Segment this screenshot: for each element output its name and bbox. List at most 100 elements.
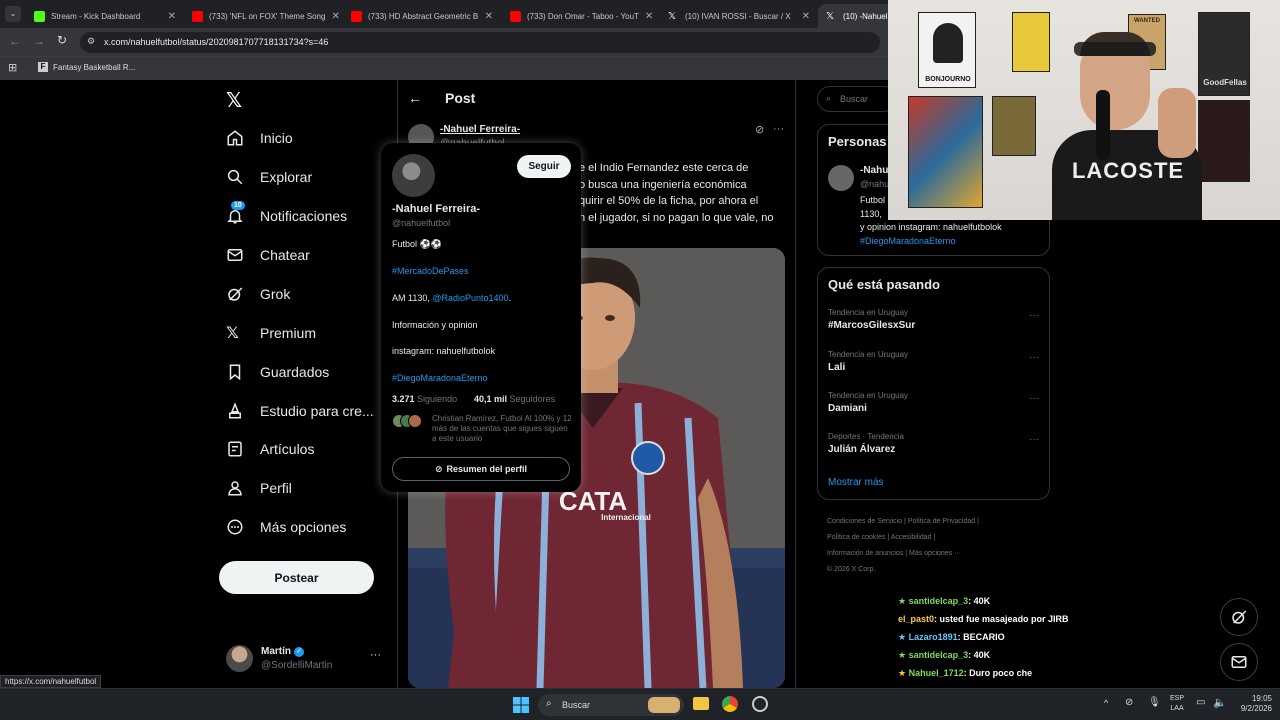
following-stat[interactable]: 3.271 Siguiendo <box>392 394 457 404</box>
more-dots-icon[interactable]: ··· <box>1029 352 1039 363</box>
search-input[interactable]: ⌕ Buscar <box>817 86 897 112</box>
volume-icon[interactable]: 🔈 <box>1213 696 1227 709</box>
hover-card-name[interactable]: -Nahuel Ferreira- <box>392 203 480 215</box>
bio-hashtag-link[interactable]: #MercadoDePases <box>392 266 469 276</box>
trend-item[interactable]: Tendencia en Uruguay Lali ··· <box>828 350 1041 373</box>
search-icon <box>227 169 243 185</box>
show-more-link[interactable]: Mostrar más <box>828 477 884 488</box>
footer-link[interactable]: Política de Privacidad <box>908 518 975 525</box>
windows-start-icon[interactable] <box>513 697 529 713</box>
browser-tab[interactable]: Stream - Kick Dashboard ✕ <box>26 4 184 28</box>
nav-item-notificaciones[interactable]: 10 Notificaciones <box>226 201 347 228</box>
browser-tab-active[interactable]: 𝕏 (10) -Nahuel <box>818 4 898 28</box>
studio-icon <box>229 402 241 419</box>
file-explorer-icon[interactable] <box>693 697 709 710</box>
footer-link[interactable]: Política de cookies <box>827 534 885 541</box>
nav-item-explorar[interactable]: Explorar <box>226 165 312 189</box>
reload-icon[interactable]: ↻ <box>57 33 67 47</box>
followers-stat[interactable]: 40,1 mil Seguidores <box>474 394 555 404</box>
more-dots-icon[interactable]: ··· <box>1029 434 1039 445</box>
trend-item[interactable]: Tendencia en Uruguay #MarcosGilesxSur ··… <box>828 308 1041 331</box>
chat-message: ★ Lazaro1891: BECARIO <box>898 632 1005 642</box>
verified-icon: ✓ <box>294 646 304 657</box>
back-arrow-icon[interactable]: ← <box>408 90 422 106</box>
avatar[interactable] <box>828 165 854 191</box>
nav-item-grok[interactable]: Grok <box>226 282 290 306</box>
nav-item-perfil[interactable]: Perfil <box>226 476 292 500</box>
messages-floating-button[interactable] <box>1220 643 1258 681</box>
home-icon <box>227 130 243 146</box>
hover-card-avatar[interactable] <box>392 154 435 197</box>
nav-item-guardados[interactable]: Guardados <box>226 360 329 384</box>
hover-card-handle[interactable]: @nahuelfutbol <box>392 218 450 228</box>
more-dots-icon[interactable]: ··· <box>773 123 784 135</box>
tray-app-icon[interactable]: ⊘ <box>1125 697 1133 708</box>
grok-floating-button[interactable] <box>1220 598 1258 636</box>
nav-item-premium[interactable]: 𝕏 Premium <box>226 321 316 345</box>
close-tab-icon[interactable]: ✕ <box>645 11 653 22</box>
search-icon: ⌕ <box>826 93 832 103</box>
trend-item[interactable]: Tendencia en Uruguay Damiani ··· <box>828 391 1041 414</box>
microphone-icon[interactable]: 🎙 <box>1148 697 1161 708</box>
bookmark-item[interactable]: Fantasy Basketball R... <box>53 63 135 72</box>
nav-item-chatear[interactable]: Chatear <box>226 243 310 267</box>
webcam-overlay: BONJOURNO WANTED GoodFellas LACOSTE <box>888 0 1280 220</box>
account-switcher[interactable]: Martín ✓ @SordelliMartin ··· <box>226 642 384 676</box>
language-indicator[interactable]: ESP LAA <box>1170 694 1184 714</box>
close-tab-icon[interactable]: ✕ <box>331 11 339 22</box>
footer-link[interactable]: Más opciones ··· <box>909 550 961 557</box>
nav-item-articulos[interactable]: Artículos <box>226 437 314 461</box>
browser-tab[interactable]: 𝕏 (10) IVAN ROSSI - Buscar / X ✕ <box>660 4 818 28</box>
grok-icon: ⊘ <box>434 463 443 474</box>
taskbar-search[interactable]: ⌕ Buscar <box>538 694 684 716</box>
followed-by-text[interactable]: Christian Ramírez, Futbol Al 100% y 12 m… <box>432 414 572 444</box>
bio-hashtag-link[interactable]: #DiegoMaradonaEterno <box>392 373 488 383</box>
person-handle[interactable]: @nahu <box>860 179 889 189</box>
copyright: © 2026 X Corp. <box>827 566 876 573</box>
person-bio-hashtag[interactable]: #DiegoMaradonaEterno <box>860 236 956 246</box>
avatar <box>226 645 253 672</box>
network-icon[interactable]: ▭ <box>1196 697 1205 708</box>
bio-line: AM 1130, <box>392 293 433 303</box>
site-info-icon[interactable]: ⚙ <box>87 36 95 47</box>
x-logo[interactable]: 𝕏 <box>226 88 242 113</box>
chat-star-icon: ★ <box>898 596 907 606</box>
apps-icon[interactable]: ⊞ <box>8 61 17 74</box>
search-highlight-image <box>648 697 680 713</box>
x-logo-icon: 𝕏 <box>226 325 239 342</box>
app-icon[interactable] <box>752 696 768 712</box>
trends-card: Qué está pasando Tendencia en Uruguay #M… <box>817 267 1050 500</box>
grok-icon[interactable]: ⊘ <box>755 123 764 136</box>
close-tab-icon[interactable]: ✕ <box>485 11 493 22</box>
browser-tab[interactable]: (733) Don Omar - Taboo - YouT ✕ <box>502 4 660 28</box>
footer-link[interactable]: Información de anuncios <box>827 550 903 557</box>
chrome-icon[interactable] <box>722 696 738 712</box>
more-dots-icon[interactable]: ··· <box>370 649 381 661</box>
profile-summary-button[interactable]: ⊘ Resumen del perfil <box>392 457 570 481</box>
footer-link[interactable]: Condiciones de Servicio <box>827 518 902 525</box>
person-name[interactable]: -Nahu <box>860 165 888 176</box>
trend-item[interactable]: Deportes · Tendencia Julián Álvarez ··· <box>828 432 1041 455</box>
more-dots-icon[interactable]: ··· <box>1029 310 1039 321</box>
tray-chevron-icon[interactable]: ^ <box>1104 698 1108 708</box>
clock[interactable]: 19:05 9/2/2026 <box>1232 694 1272 714</box>
chat-star-icon: ★ <box>898 650 907 660</box>
post-author-name[interactable]: -Nahuel Ferreira- <box>440 124 520 135</box>
footer-link[interactable]: Accesibilidad <box>891 534 932 541</box>
back-icon[interactable]: ← <box>9 34 21 48</box>
more-dots-icon[interactable]: ··· <box>1029 393 1039 404</box>
url-bar[interactable]: ⚙ x.com/nahuelfutbol/status/202098170771… <box>80 32 880 53</box>
bio-mention-link[interactable]: @RadioPunto1400 <box>432 293 508 303</box>
close-tab-icon[interactable]: ✕ <box>168 11 176 22</box>
post-button[interactable]: Postear <box>219 561 374 594</box>
follow-button[interactable]: Seguir <box>517 155 571 178</box>
nav-item-estudio[interactable]: Estudio para cre... <box>226 399 374 423</box>
nav-item-inicio[interactable]: Inicio <box>226 126 293 150</box>
tab-search-button[interactable]: ⌄ <box>5 6 21 22</box>
browser-tab[interactable]: (733) HD Abstract Geometric B ✕ <box>343 4 501 28</box>
close-tab-icon[interactable]: ✕ <box>802 11 810 22</box>
windows-taskbar: ⌕ Buscar ^ ⊘ 🎙 ESP LAA ▭ 🔈 19:05 9/2/202… <box>0 688 1280 720</box>
browser-tab[interactable]: (733) 'NFL on FOX' Theme Song ✕ <box>184 4 342 28</box>
forward-icon[interactable]: → <box>33 34 45 48</box>
nav-item-mas-opciones[interactable]: Más opciones <box>226 515 346 539</box>
